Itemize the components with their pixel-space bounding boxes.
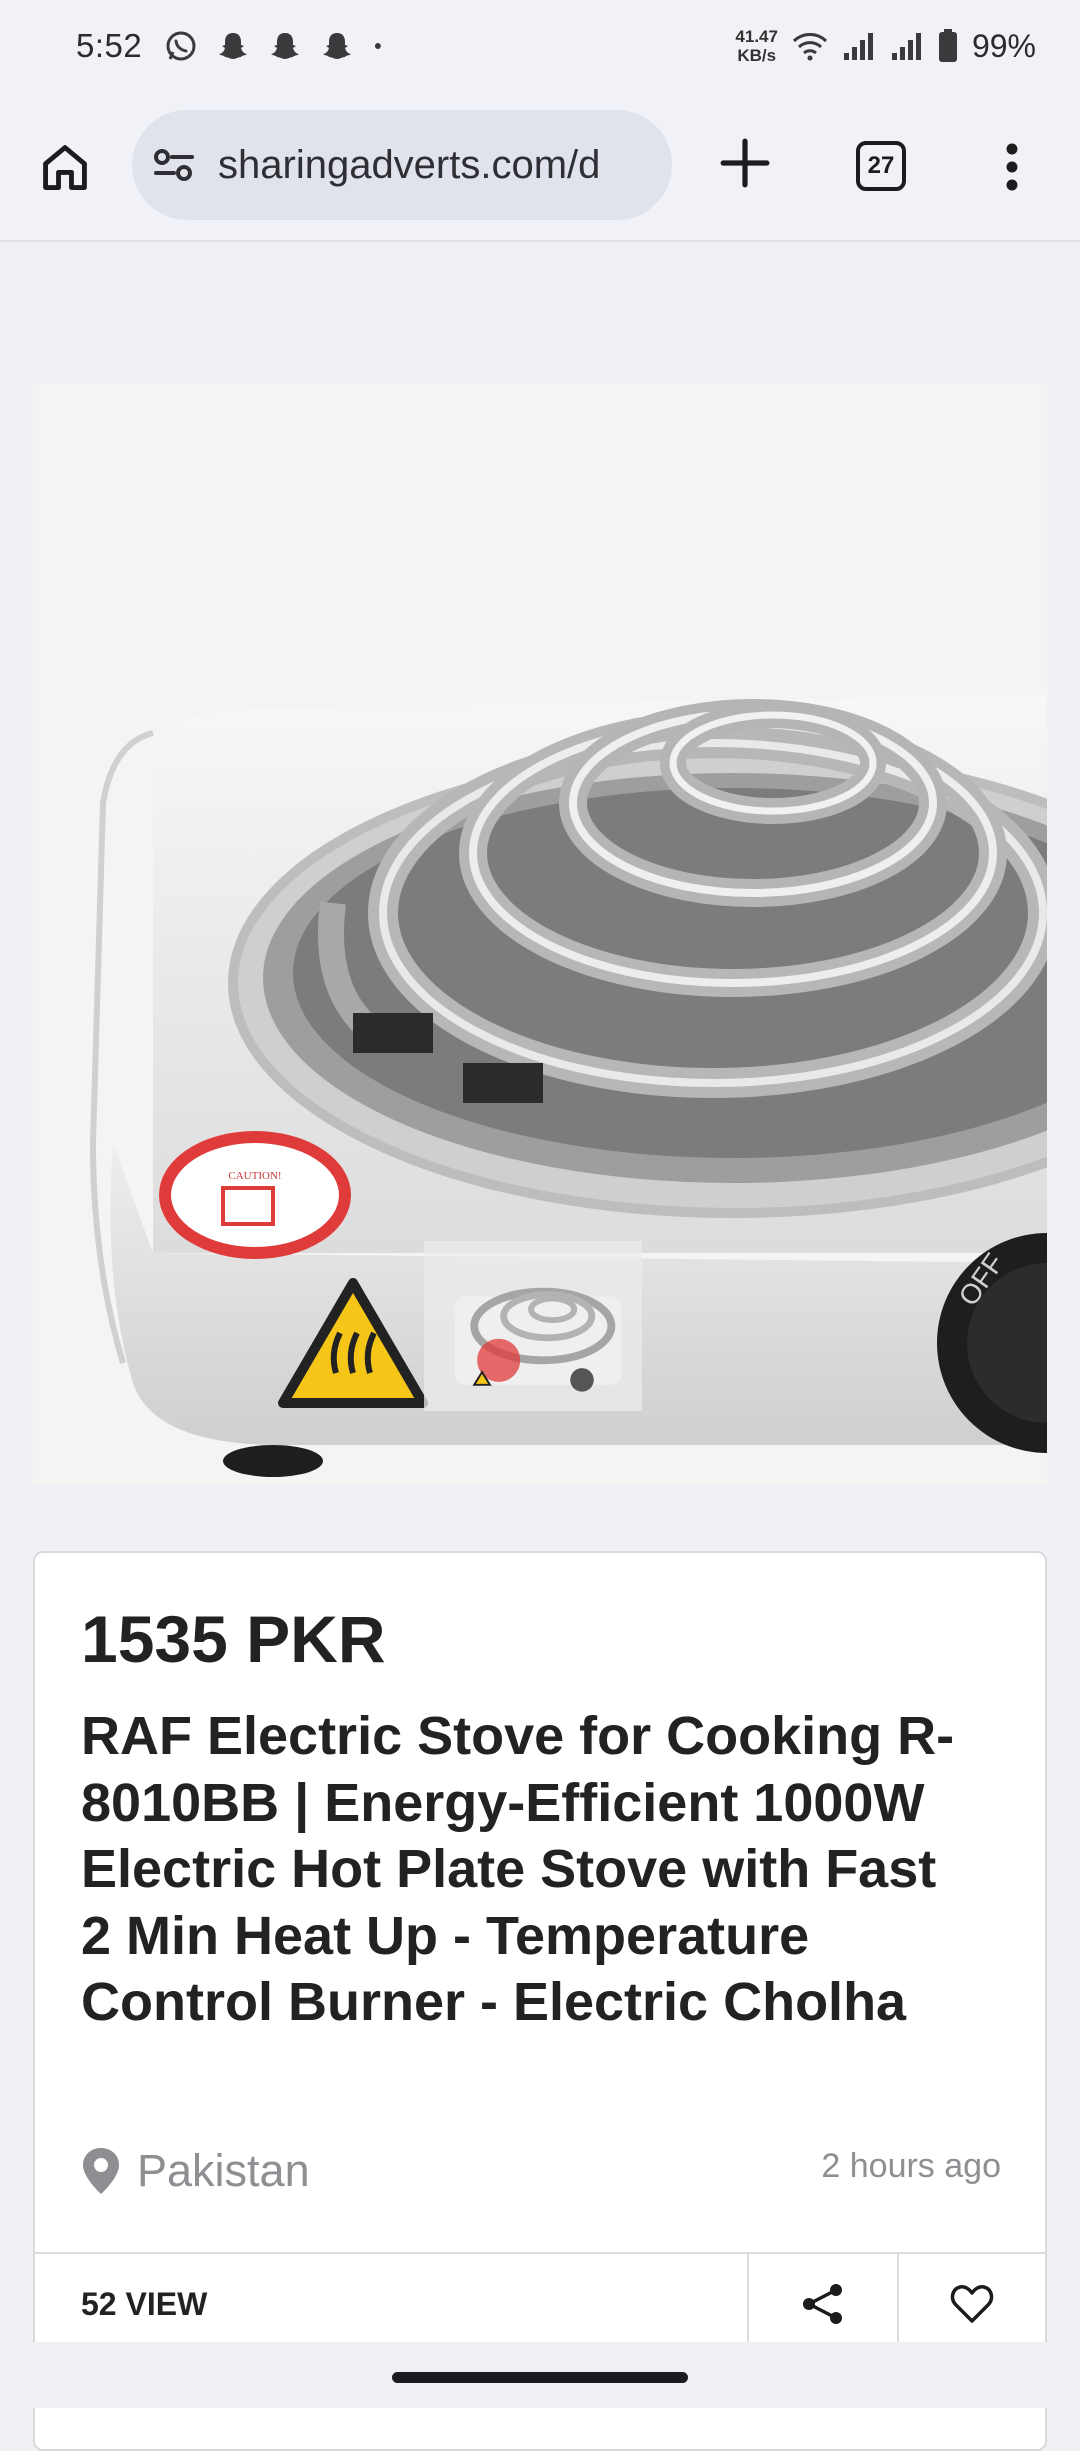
home-button[interactable] xyxy=(34,136,96,198)
battery-percentage: 99% xyxy=(971,27,1036,64)
tab-switcher-button[interactable]: 27 xyxy=(856,141,906,191)
network-speed: 41.47 KB/s xyxy=(735,27,778,65)
dot-icon xyxy=(375,43,382,49)
favorite-button[interactable] xyxy=(897,2254,1045,2354)
status-time: 5:52 xyxy=(76,27,143,64)
new-tab-button[interactable] xyxy=(712,130,778,196)
listing-location: Pakistan xyxy=(81,2145,310,2197)
whatsapp-icon xyxy=(166,31,196,61)
listing-title: RAF Electric Stove for Cooking R-8010BB … xyxy=(81,1706,955,2032)
network-speed-value: 41.47 xyxy=(735,27,778,46)
card-footer: 52 VIEW xyxy=(35,2252,1045,2354)
home-icon xyxy=(43,145,87,190)
tune-icon[interactable] xyxy=(152,143,196,187)
thumbnail-image xyxy=(454,1287,622,1392)
snapchat-icon xyxy=(219,33,248,59)
listing-price: 1535 PKR xyxy=(81,1602,386,1676)
share-icon xyxy=(803,2284,842,2324)
signal-icon xyxy=(891,33,921,60)
more-vert-icon xyxy=(1006,143,1018,191)
view-count: 52 VIEW xyxy=(81,2285,208,2322)
snapchat-icon xyxy=(271,33,300,59)
signal-icon xyxy=(843,33,873,60)
network-speed-unit: KB/s xyxy=(737,46,777,65)
plus-icon xyxy=(720,138,770,188)
location-pin-icon xyxy=(83,2148,119,2194)
tab-count: 27 xyxy=(867,152,895,179)
wifi-icon xyxy=(792,33,827,61)
location-text: Pakistan xyxy=(137,2145,310,2196)
status-bar: 5:52 41.47 KB/s 99% xyxy=(0,0,1080,92)
url-text[interactable]: sharingadverts.com/d xyxy=(218,143,600,188)
battery-icon xyxy=(938,29,957,62)
address-bar[interactable]: sharingadverts.com/d xyxy=(132,110,672,220)
heart-icon xyxy=(950,2285,994,2323)
share-button[interactable] xyxy=(747,2254,897,2354)
system-icons: 41.47 KB/s 99% xyxy=(735,27,1036,65)
notification-icons xyxy=(164,29,392,63)
browser-toolbar: sharingadverts.com/d 27 xyxy=(0,92,1080,242)
snapchat-icon xyxy=(323,33,352,59)
more-menu-button[interactable] xyxy=(990,132,1034,202)
posted-time: 2 hours ago xyxy=(821,2147,1001,2185)
gesture-handle[interactable] xyxy=(392,2372,688,2383)
svg-text:CAUTION!: CAUTION! xyxy=(228,1170,281,1182)
listing-card: 1535 PKR RAF Electric Stove for Cooking … xyxy=(33,1551,1047,2451)
image-thumbnail[interactable] xyxy=(424,1241,642,1411)
